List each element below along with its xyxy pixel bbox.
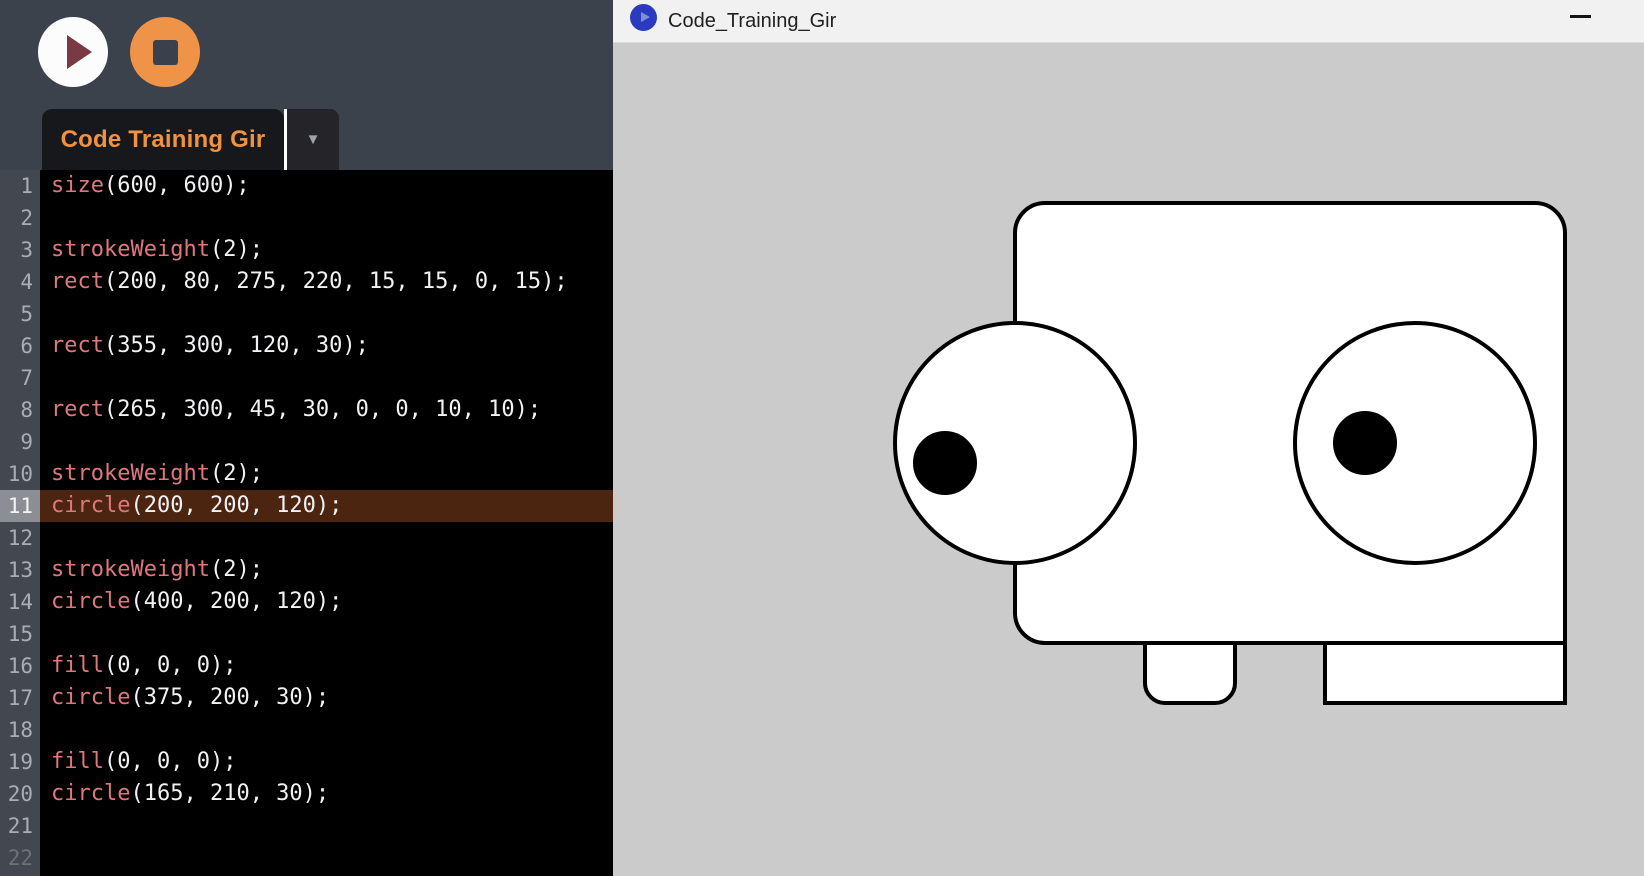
- line-number: 13: [0, 554, 40, 586]
- code-line[interactable]: 13strokeWeight(2);: [0, 554, 613, 586]
- code-text: [40, 522, 613, 554]
- code-text: [40, 362, 613, 394]
- code-text: circle(400, 200, 120);: [40, 586, 613, 618]
- line-number: 17: [0, 682, 40, 714]
- right-leg-rect: [1325, 643, 1565, 703]
- line-number: 10: [0, 458, 40, 490]
- run-button[interactable]: [38, 17, 108, 87]
- play-icon: [641, 12, 650, 22]
- line-number: 21: [0, 810, 40, 842]
- code-line[interactable]: 17circle(375, 200, 30);: [0, 682, 613, 714]
- code-text: rect(265, 300, 45, 30, 0, 0, 10, 10);: [40, 394, 613, 426]
- line-number: 11: [0, 490, 40, 522]
- sketch-drawing: [615, 44, 1644, 876]
- code-text: circle(200, 200, 120);: [40, 490, 613, 522]
- code-text: [40, 842, 613, 874]
- left-pupil-circle: [915, 433, 975, 493]
- code-line[interactable]: 14circle(400, 200, 120);: [0, 586, 613, 618]
- code-text: size(600, 600);: [40, 170, 613, 202]
- code-text: circle(165, 210, 30);: [40, 778, 613, 810]
- code-text: rect(355, 300, 120, 30);: [40, 330, 613, 362]
- sketch-output-window: Code_Training_Gir: [613, 0, 1644, 876]
- code-line[interactable]: 1size(600, 600);: [0, 170, 613, 202]
- code-lines: 1size(600, 600);23strokeWeight(2);4rect(…: [0, 170, 613, 874]
- code-line[interactable]: 9: [0, 426, 613, 458]
- code-line[interactable]: 20circle(165, 210, 30);: [0, 778, 613, 810]
- line-number: 19: [0, 746, 40, 778]
- code-text: [40, 298, 613, 330]
- tab-menu-button[interactable]: ▼: [287, 109, 339, 170]
- code-line[interactable]: 4rect(200, 80, 275, 220, 15, 15, 0, 15);: [0, 266, 613, 298]
- code-editor[interactable]: 1size(600, 600);23strokeWeight(2);4rect(…: [0, 170, 613, 876]
- code-text: strokeWeight(2);: [40, 458, 613, 490]
- line-number: 22: [0, 842, 40, 874]
- code-text: fill(0, 0, 0);: [40, 650, 613, 682]
- code-line[interactable]: 5: [0, 298, 613, 330]
- code-text: [40, 426, 613, 458]
- line-number: 12: [0, 522, 40, 554]
- left-leg-rect: [1145, 643, 1235, 703]
- code-text: [40, 810, 613, 842]
- code-text: fill(0, 0, 0);: [40, 746, 613, 778]
- code-text: [40, 714, 613, 746]
- line-number: 8: [0, 394, 40, 426]
- window-title: Code_Training_Gir: [668, 0, 836, 42]
- line-number: 18: [0, 714, 40, 746]
- code-line[interactable]: 2: [0, 202, 613, 234]
- code-line[interactable]: 18: [0, 714, 613, 746]
- sketch-window-titlebar[interactable]: Code_Training_Gir: [613, 0, 1644, 43]
- line-number: 9: [0, 426, 40, 458]
- code-text: [40, 618, 613, 650]
- stop-button[interactable]: [130, 17, 200, 87]
- sketch-canvas: [613, 44, 1644, 876]
- processing-sketch-icon: [630, 4, 657, 31]
- processing-ide-pane: Code Training Gir ▼ 1size(600, 600);23st…: [0, 0, 613, 876]
- line-number: 14: [0, 586, 40, 618]
- code-text: strokeWeight(2);: [40, 554, 613, 586]
- code-line[interactable]: 19fill(0, 0, 0);: [0, 746, 613, 778]
- tab-label: Code Training Gir: [61, 126, 266, 154]
- code-line[interactable]: 21: [0, 810, 613, 842]
- line-number: 5: [0, 298, 40, 330]
- code-text: rect(200, 80, 275, 220, 15, 15, 0, 15);: [40, 266, 613, 298]
- code-line[interactable]: 11circle(200, 200, 120);: [0, 490, 613, 522]
- code-text: strokeWeight(2);: [40, 234, 613, 266]
- line-number: 6: [0, 330, 40, 362]
- line-number: 2: [0, 202, 40, 234]
- line-number: 15: [0, 618, 40, 650]
- code-line[interactable]: 16fill(0, 0, 0);: [0, 650, 613, 682]
- line-number: 4: [0, 266, 40, 298]
- line-number: 20: [0, 778, 40, 810]
- code-line[interactable]: 8rect(265, 300, 45, 30, 0, 0, 10, 10);: [0, 394, 613, 426]
- minimize-icon: [1570, 15, 1591, 18]
- line-number: 1: [0, 170, 40, 202]
- code-line[interactable]: 10strokeWeight(2);: [0, 458, 613, 490]
- line-number: 16: [0, 650, 40, 682]
- play-icon: [67, 35, 92, 69]
- right-pupil-circle: [1335, 413, 1395, 473]
- code-line[interactable]: 7: [0, 362, 613, 394]
- code-line[interactable]: 22: [0, 842, 613, 874]
- minimize-button[interactable]: [1570, 8, 1591, 26]
- line-number: 3: [0, 234, 40, 266]
- tab-code-training-gir[interactable]: Code Training Gir: [42, 109, 284, 170]
- code-line[interactable]: 12: [0, 522, 613, 554]
- right-eye-circle: [1295, 323, 1535, 563]
- line-number: 7: [0, 362, 40, 394]
- code-text: [40, 202, 613, 234]
- chevron-down-icon: ▼: [306, 131, 321, 148]
- code-line[interactable]: 15: [0, 618, 613, 650]
- stop-icon: [153, 40, 178, 65]
- ide-toolbar: Code Training Gir ▼: [0, 0, 613, 170]
- code-line[interactable]: 6rect(355, 300, 120, 30);: [0, 330, 613, 362]
- code-text: circle(375, 200, 30);: [40, 682, 613, 714]
- code-line[interactable]: 3strokeWeight(2);: [0, 234, 613, 266]
